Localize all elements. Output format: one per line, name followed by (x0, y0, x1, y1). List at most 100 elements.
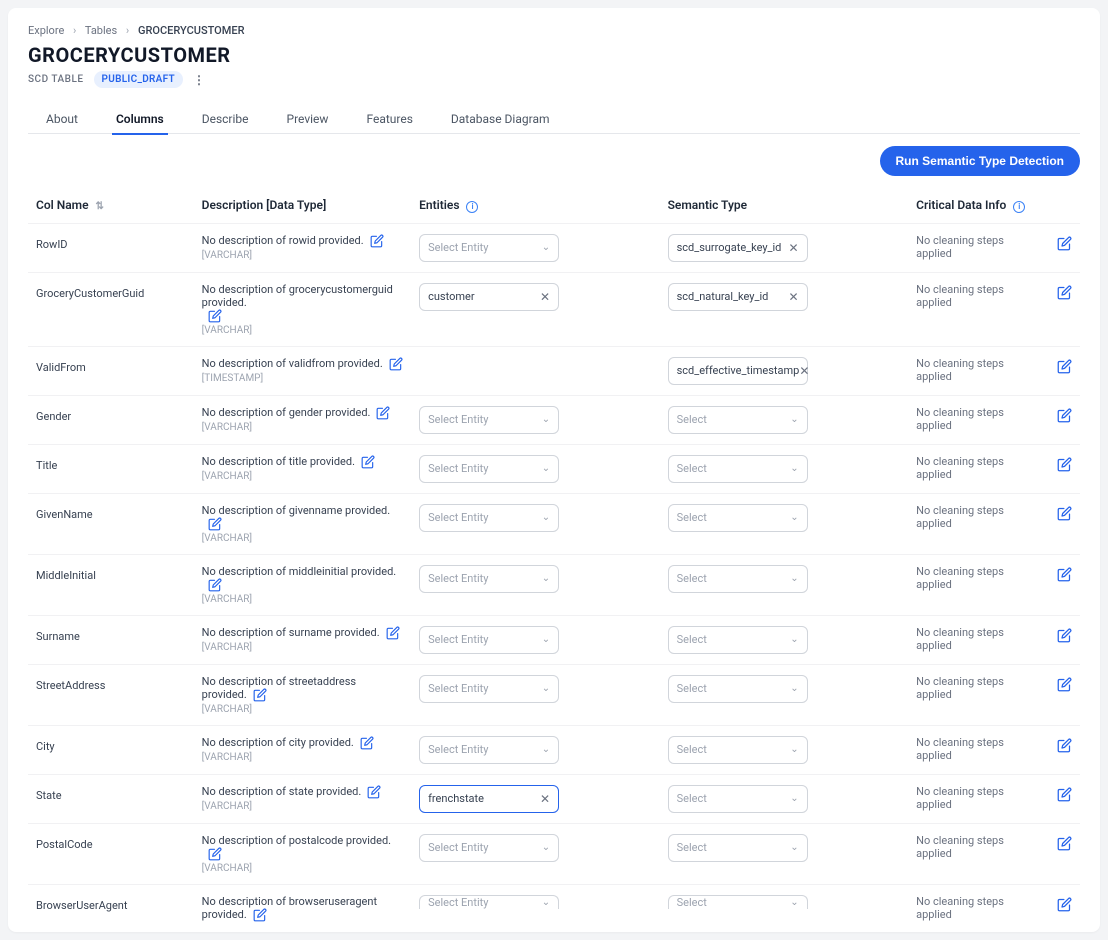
clear-icon[interactable]: ✕ (789, 241, 799, 255)
entity-select[interactable]: Select Entity⌄ (419, 626, 559, 654)
header-col-name[interactable]: Col Name ⇅ (28, 188, 194, 223)
column-name: ValidFrom (28, 346, 194, 395)
description-cell: No description of city provided.[VARCHAR… (194, 725, 411, 774)
clear-icon[interactable]: ✕ (540, 290, 550, 304)
semantic-type-select[interactable]: Select⌄ (668, 626, 808, 654)
edit-description-icon[interactable] (367, 785, 381, 799)
chevron-down-icon: ⌄ (542, 512, 550, 523)
entity-select[interactable]: Select Entity⌄ (419, 455, 559, 483)
semantic-type-select[interactable]: Select⌄ (668, 565, 808, 593)
semantic-type-select[interactable]: scd_natural_key_id✕ (668, 283, 808, 311)
edit-description-icon[interactable] (361, 455, 375, 469)
edit-row-icon[interactable] (1057, 290, 1072, 303)
clear-icon[interactable]: ✕ (789, 290, 799, 304)
entity-select[interactable]: Select Entity⌄ (419, 675, 559, 703)
edit-row-icon[interactable] (1057, 572, 1072, 585)
semantic-type-select[interactable]: Select⌄ (668, 834, 808, 862)
edit-description-icon[interactable] (370, 234, 384, 248)
entity-cell: frenchstate✕ (411, 774, 660, 823)
edit-description-icon[interactable] (208, 847, 222, 861)
tab-database-diagram[interactable]: Database Diagram (451, 104, 550, 134)
semantic-cell: scd_natural_key_id✕ (660, 272, 909, 346)
table-row: RowIDNo description of rowid provided.[V… (28, 223, 1080, 272)
run-semantic-type-detection-button[interactable]: Run Semantic Type Detection (880, 146, 1080, 176)
edit-description-icon[interactable] (208, 578, 222, 592)
semantic-type-select[interactable]: Select⌄ (668, 736, 808, 764)
semantic-type-select[interactable]: Select⌄ (668, 785, 808, 813)
clear-icon[interactable]: ✕ (540, 792, 550, 806)
chevron-down-icon: ⌄ (790, 573, 798, 584)
description-cell: No description of validfrom provided.[TI… (194, 346, 411, 395)
header-entities: Entities i (411, 188, 660, 223)
tab-columns[interactable]: Columns (116, 104, 164, 134)
entity-select[interactable]: Select Entity⌄ (419, 895, 559, 909)
entity-select[interactable]: Select Entity⌄ (419, 406, 559, 434)
header-semantic-type: Semantic Type (660, 188, 909, 223)
entity-select[interactable]: Select Entity⌄ (419, 504, 559, 532)
critical-data-info: No cleaning steps applied (908, 664, 1043, 725)
chevron-down-icon: ⌄ (542, 744, 550, 755)
entity-cell: Select Entity⌄ (411, 725, 660, 774)
edit-row-icon[interactable] (1057, 633, 1072, 646)
data-type: [VARCHAR] (202, 471, 403, 482)
scd-table-label: SCD TABLE (28, 74, 84, 85)
edit-description-icon[interactable] (208, 309, 222, 323)
description-cell: No description of middleinitial provided… (194, 554, 411, 615)
more-icon[interactable]: ⋮ (193, 73, 205, 87)
entity-select[interactable]: Select Entity⌄ (419, 234, 559, 262)
breadcrumb-tables[interactable]: Tables (85, 24, 117, 37)
edit-row-icon[interactable] (1057, 902, 1072, 915)
entity-select[interactable]: frenchstate✕ (419, 785, 559, 813)
entity-select[interactable]: Select Entity⌄ (419, 736, 559, 764)
semantic-type-select[interactable]: scd_surrogate_key_id✕ (668, 234, 808, 262)
chevron-down-icon: ⌄ (790, 793, 798, 804)
edit-row-icon[interactable] (1057, 364, 1072, 377)
semantic-type-select[interactable]: Select⌄ (668, 675, 808, 703)
tab-describe[interactable]: Describe (202, 104, 249, 134)
critical-data-info: No cleaning steps applied (908, 615, 1043, 664)
semantic-type-select[interactable]: scd_effective_timestamp✕ (668, 357, 808, 385)
semantic-type-select[interactable]: Select⌄ (668, 895, 808, 909)
column-name: MiddleInitial (28, 554, 194, 615)
page-title: GROCERYCUSTOMER (28, 43, 1080, 67)
sort-icon[interactable]: ⇅ (96, 201, 104, 212)
breadcrumb-explore[interactable]: Explore (28, 24, 64, 37)
edit-description-icon[interactable] (376, 406, 390, 420)
chevron-down-icon: ⌄ (790, 512, 798, 523)
clear-icon[interactable]: ✕ (799, 364, 809, 378)
semantic-type-select[interactable]: Select⌄ (668, 455, 808, 483)
chevron-down-icon: ⌄ (542, 897, 550, 908)
edit-description-icon[interactable] (386, 626, 400, 640)
status-badge[interactable]: PUBLIC_DRAFT (94, 71, 184, 88)
info-icon[interactable]: i (1013, 201, 1025, 213)
tab-preview[interactable]: Preview (287, 104, 329, 134)
entity-cell: Select Entity⌄ (411, 223, 660, 272)
edit-description-icon[interactable] (389, 357, 403, 371)
semantic-type-select[interactable]: Select⌄ (668, 406, 808, 434)
data-type: [VARCHAR] (202, 594, 403, 605)
semantic-cell: Select⌄ (660, 493, 909, 554)
description-cell: No description of state provided.[VARCHA… (194, 774, 411, 823)
edit-description-icon[interactable] (253, 908, 267, 922)
edit-row-icon[interactable] (1057, 743, 1072, 756)
edit-row-icon[interactable] (1057, 462, 1072, 475)
semantic-cell: Select⌄ (660, 615, 909, 664)
edit-row-icon[interactable] (1057, 682, 1072, 695)
entity-select[interactable]: Select Entity⌄ (419, 565, 559, 593)
edit-description-icon[interactable] (253, 688, 267, 702)
entity-select[interactable]: customer✕ (419, 283, 559, 311)
tab-about[interactable]: About (46, 104, 78, 134)
edit-row-icon[interactable] (1057, 241, 1072, 254)
edit-row-icon[interactable] (1057, 413, 1072, 426)
columns-table: Col Name ⇅ Description [Data Type] Entit… (28, 188, 1080, 932)
edit-row-icon[interactable] (1057, 841, 1072, 854)
edit-row-icon[interactable] (1057, 792, 1072, 805)
semantic-type-select[interactable]: Select⌄ (668, 504, 808, 532)
entity-select[interactable]: Select Entity⌄ (419, 834, 559, 862)
edit-row-icon[interactable] (1057, 511, 1072, 524)
chevron-down-icon: ⌄ (542, 683, 550, 694)
edit-description-icon[interactable] (208, 517, 222, 531)
entity-cell (411, 346, 660, 395)
info-icon[interactable]: i (466, 201, 478, 213)
tab-features[interactable]: Features (366, 104, 412, 134)
